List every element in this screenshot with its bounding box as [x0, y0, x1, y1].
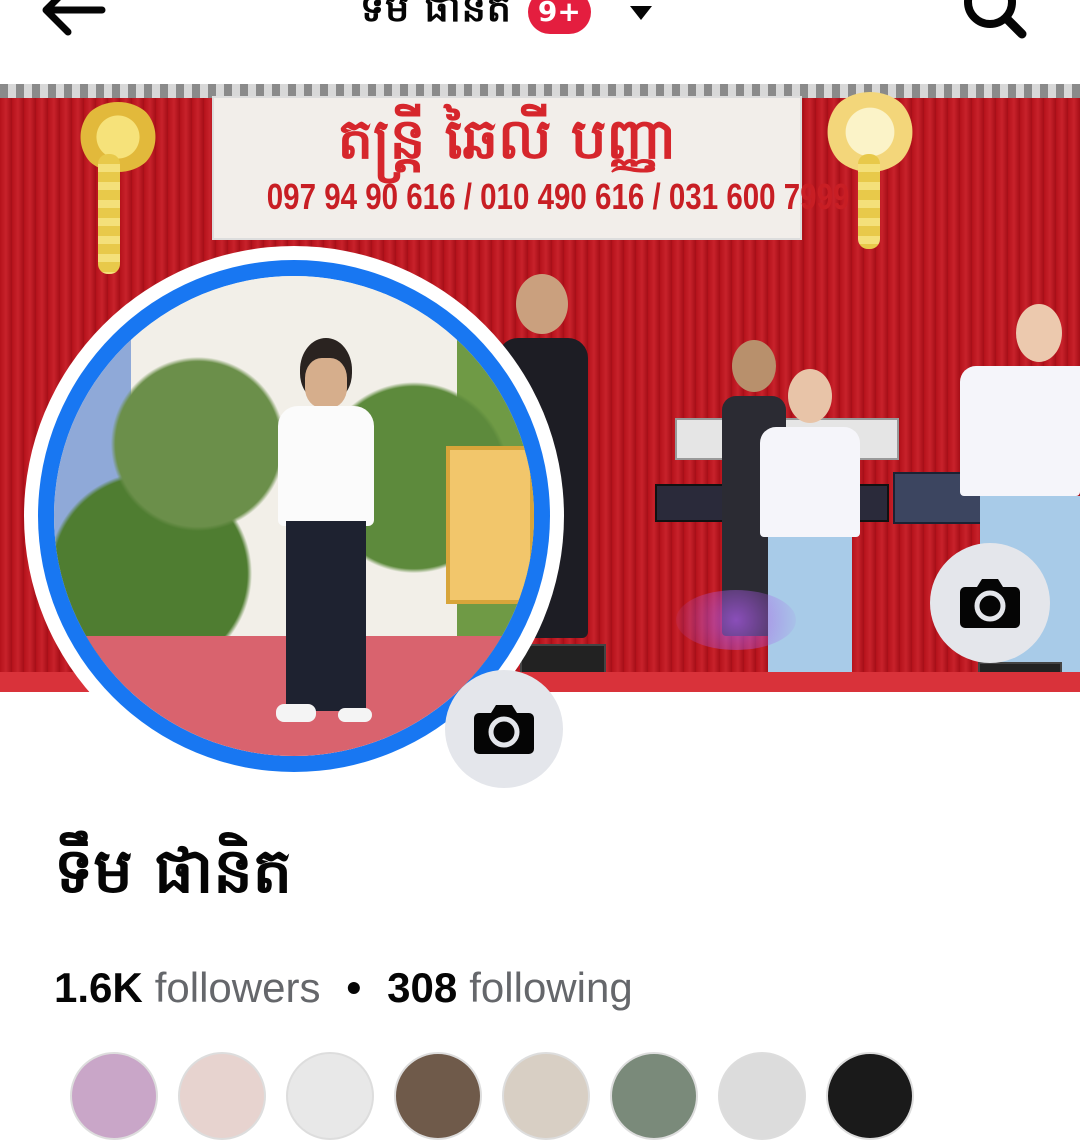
camera-icon: [474, 705, 534, 754]
friend-avatar[interactable]: [394, 1052, 482, 1140]
following-count: 308: [387, 964, 458, 1011]
following-link[interactable]: 308 following: [387, 964, 633, 1012]
followers-label: followers: [154, 964, 321, 1011]
topbar-title: ទឹម ផានិត: [360, 0, 512, 30]
search-button[interactable]: [958, 0, 1030, 42]
friend-avatar[interactable]: [502, 1052, 590, 1140]
followers-link[interactable]: 1.6K followers: [54, 964, 320, 1012]
smoke-effect: [676, 590, 796, 650]
friend-avatar[interactable]: [70, 1052, 158, 1140]
following-label: following: [469, 964, 633, 1011]
edit-cover-photo-button[interactable]: [930, 543, 1050, 663]
banner-title: តន្ត្រី ឆៃលី បញ្ញា: [337, 107, 677, 172]
follow-stats: 1.6K followers • 308 following: [54, 964, 633, 1012]
followers-count: 1.6K: [54, 964, 143, 1011]
arrow-left-icon: [42, 0, 106, 36]
friend-avatar[interactable]: [826, 1052, 914, 1140]
edit-profile-picture-button[interactable]: [445, 670, 563, 788]
caret-down-icon: [629, 6, 652, 20]
garland-decoration: [858, 154, 880, 249]
stats-separator: •: [346, 964, 362, 1011]
friend-avatar[interactable]: [610, 1052, 698, 1140]
notification-badge: 9+: [527, 0, 591, 34]
banner-phone-numbers: 097 94 90 616 / 010 490 616 / 031 600 79…: [266, 176, 850, 217]
friends-avatar-row: [70, 1052, 914, 1140]
profile-photo: [54, 276, 534, 756]
back-button[interactable]: [36, 0, 108, 40]
profile-name: ទឹម ផានិត: [54, 834, 293, 907]
stage-banner: តន្ត្រី ឆៃលី បញ្ញា 097 94 90 616 / 010 4…: [212, 96, 850, 240]
top-navigation-bar: ទឹម ផានិត 9+: [0, 0, 1080, 84]
friend-avatar[interactable]: [178, 1052, 266, 1140]
friend-avatar[interactable]: [718, 1052, 806, 1140]
search-icon: [964, 0, 1027, 39]
camera-icon: [960, 579, 1020, 628]
garland-decoration: [98, 154, 120, 274]
profile-switcher[interactable]: ទឹម ផានិត 9+: [360, 0, 655, 42]
friend-avatar[interactable]: [286, 1052, 374, 1140]
